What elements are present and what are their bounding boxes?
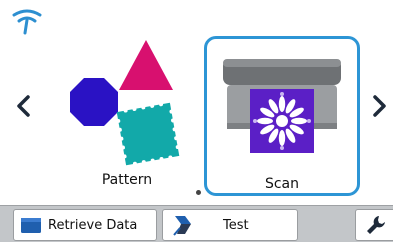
chevron-left-icon[interactable]: [13, 93, 35, 119]
scan-tile[interactable]: Scan: [204, 36, 360, 196]
bottom-toolbar: Retrieve Data Test: [0, 205, 393, 242]
cutting-blade-icon: [173, 216, 191, 236]
pattern-tile[interactable]: Pattern: [58, 32, 196, 196]
wrench-icon: [367, 216, 385, 234]
scan-label: Scan: [264, 176, 300, 192]
scanner-icon: [223, 59, 341, 153]
page-indicator-dot: [196, 190, 201, 195]
test-label: Test: [223, 217, 249, 233]
test-button[interactable]: Test: [162, 209, 298, 241]
chevron-right-icon[interactable]: [368, 93, 390, 119]
retrieve-data-label: Retrieve Data: [48, 217, 138, 233]
folder-icon: [21, 218, 41, 233]
settings-button[interactable]: [355, 209, 393, 241]
pattern-label: Pattern: [101, 172, 153, 188]
retrieve-data-button[interactable]: Retrieve Data: [13, 209, 157, 241]
shapes-icon: [70, 40, 180, 166]
wifi-icon: [12, 9, 42, 35]
